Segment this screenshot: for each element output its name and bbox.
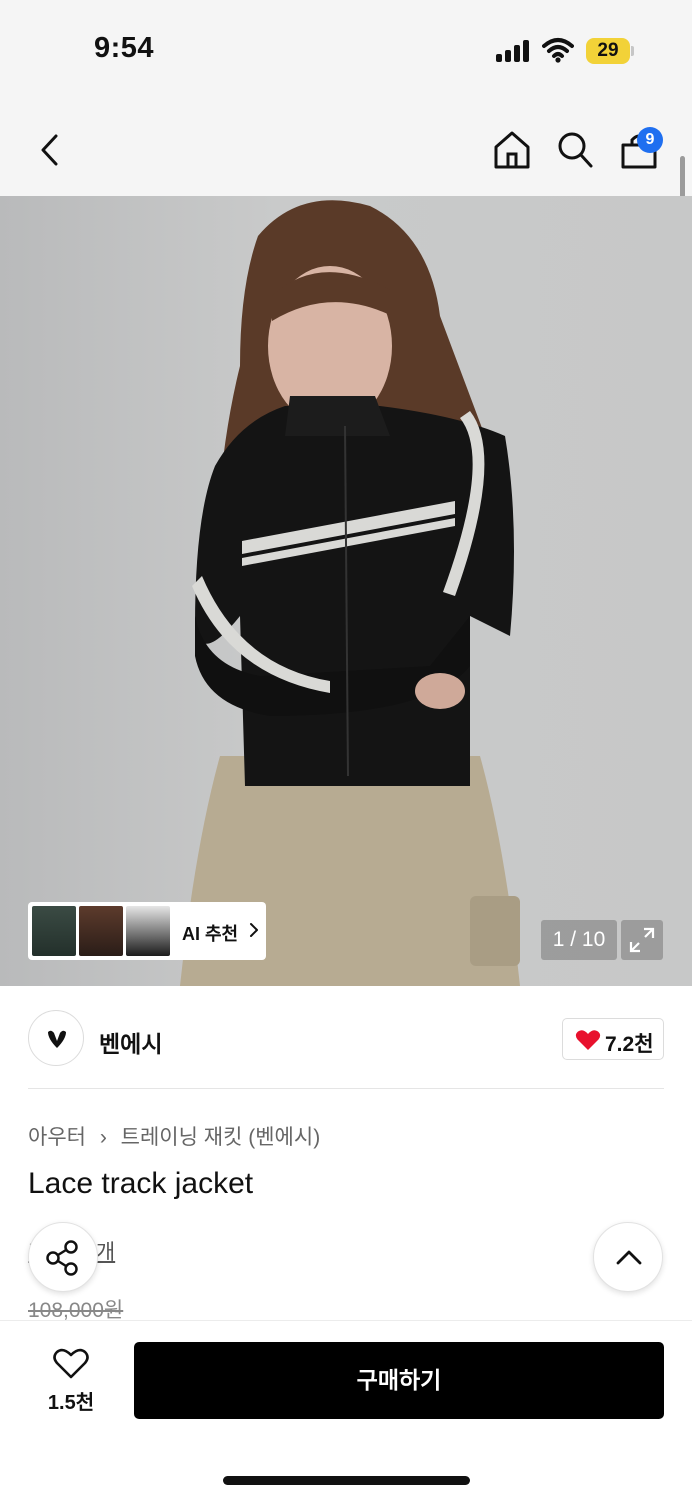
battery-tip	[631, 46, 634, 56]
scroll-top-button[interactable]	[593, 1222, 663, 1292]
back-arrow-icon[interactable]	[38, 134, 62, 166]
wishlist-button[interactable]: 1.5천	[36, 1342, 106, 1418]
brand-logo-mark	[48, 1030, 66, 1048]
heart-outline-icon	[53, 1348, 89, 1379]
brand-like-button[interactable]: 7.2천	[562, 1018, 664, 1060]
brand-name[interactable]: 벤에시	[99, 1025, 162, 1059]
product-photo-illustration	[180, 200, 520, 986]
home-indicator	[223, 1476, 470, 1485]
ai-recommend-card[interactable]: AI 추천	[28, 902, 266, 960]
share-icon	[46, 1240, 78, 1276]
brand-logo[interactable]	[28, 1010, 84, 1066]
heart-filled-icon	[575, 1030, 601, 1050]
buy-button[interactable]: 구매하기	[134, 1342, 664, 1419]
thumbnail-3	[126, 906, 170, 956]
expand-icon	[629, 927, 655, 953]
brand-like-count: 7.2천	[605, 1033, 654, 1056]
divider	[28, 1088, 664, 1089]
signal-icon	[496, 40, 532, 62]
status-bar: 9:54 29	[0, 0, 692, 100]
ai-recommend-label: AI 추천	[182, 924, 239, 944]
breadcrumb-item-training-jacket[interactable]: 트레이닝 재킷 (벤에시)	[121, 1126, 321, 1149]
cart-count-badge: 9	[637, 127, 663, 153]
product-title: Lace track jacket	[28, 1167, 254, 1200]
image-counter: 1 / 10	[541, 920, 617, 960]
search-icon[interactable]	[556, 130, 594, 170]
chevron-right-icon: ›	[99, 1126, 107, 1149]
home-icon[interactable]	[493, 130, 531, 170]
breadcrumb-item-outer[interactable]: 아우터	[28, 1126, 86, 1149]
chevron-right-icon	[250, 923, 258, 937]
battery-icon: 29	[586, 38, 630, 64]
wifi-icon	[542, 38, 574, 63]
share-button[interactable]	[28, 1222, 98, 1292]
top-nav	[0, 100, 692, 196]
wishlist-count: 1.5천	[47, 1392, 95, 1414]
chevron-up-icon	[616, 1250, 642, 1265]
thumbnail-1	[32, 906, 76, 956]
breadcrumb: 아우터 › 트레이닝 재킷 (벤에시)	[28, 1121, 320, 1151]
expand-button[interactable]	[621, 920, 663, 960]
thumbnail-2	[79, 906, 123, 956]
status-time: 9:54	[94, 32, 155, 64]
product-image[interactable]	[0, 196, 692, 986]
